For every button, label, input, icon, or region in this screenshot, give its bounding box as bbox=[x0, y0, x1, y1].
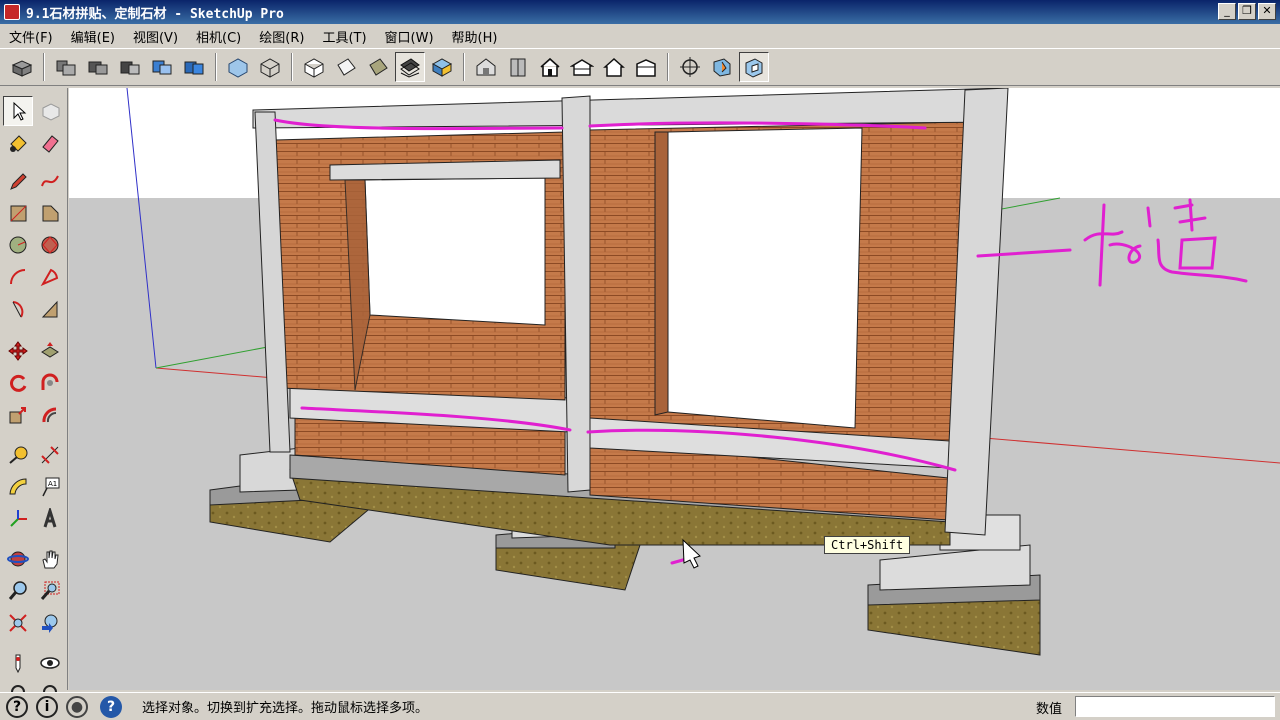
right-brick-wall bbox=[589, 121, 966, 443]
menu-bar: 文件(F) 编辑(E) 视图(V) 相机(C) 绘图(R) 工具(T) 窗口(W… bbox=[0, 24, 1280, 48]
orbit-icon[interactable] bbox=[3, 544, 33, 574]
offset-icon[interactable] bbox=[35, 400, 65, 430]
house-outline-icon[interactable] bbox=[599, 52, 629, 82]
menu-draw[interactable]: 绘图(R) bbox=[250, 27, 313, 46]
house-flat-icon[interactable] bbox=[631, 52, 661, 82]
paint-bucket-icon[interactable] bbox=[3, 128, 33, 158]
axes-icon[interactable] bbox=[3, 504, 33, 534]
xray-style-icon[interactable] bbox=[223, 52, 253, 82]
rotate-icon[interactable] bbox=[3, 368, 33, 398]
text-icon[interactable]: A1 bbox=[35, 472, 65, 502]
wireframe-style-icon[interactable] bbox=[255, 52, 285, 82]
3d-text-icon[interactable] bbox=[35, 504, 65, 534]
model-info-icon[interactable] bbox=[7, 52, 37, 82]
zoom-window-icon[interactable] bbox=[35, 576, 65, 606]
push-pull-icon[interactable] bbox=[35, 336, 65, 366]
dimension-icon[interactable] bbox=[35, 440, 65, 470]
back-view-icon[interactable] bbox=[179, 52, 209, 82]
window-title: 9.1石材拼贴、定制石材 - SketchUp Pro bbox=[26, 6, 284, 22]
sketchup-app-icon bbox=[4, 4, 20, 20]
follow-me-icon[interactable] bbox=[35, 368, 65, 398]
freehand-icon[interactable] bbox=[35, 166, 65, 196]
status-bar: ? i ● ? 选择对象。切换到扩充选择。拖动鼠标选择多项。 数值 bbox=[0, 692, 1280, 720]
user-icon[interactable]: ● bbox=[66, 695, 88, 718]
rotated-rectangle-icon[interactable] bbox=[35, 198, 65, 228]
model-viewport[interactable]: Ctrl+Shift bbox=[69, 88, 1280, 690]
component-icon[interactable] bbox=[503, 52, 533, 82]
select-icon[interactable] bbox=[3, 96, 33, 126]
credits-icon[interactable]: i bbox=[36, 695, 58, 718]
rectangle-icon[interactable] bbox=[3, 198, 33, 228]
restore-button[interactable]: ❐ bbox=[1238, 3, 1256, 20]
help-icon[interactable]: ? bbox=[100, 695, 122, 718]
menu-view[interactable]: 视图(V) bbox=[124, 27, 187, 46]
menu-help[interactable]: 帮助(H) bbox=[443, 27, 507, 46]
circle-icon[interactable] bbox=[3, 230, 33, 260]
section-display-icon[interactable] bbox=[739, 52, 769, 82]
cursor-tooltip: Ctrl+Shift bbox=[824, 536, 911, 554]
iso-view-icon[interactable] bbox=[51, 52, 81, 82]
eraser-icon[interactable] bbox=[35, 128, 65, 158]
previous-view-icon[interactable] bbox=[35, 608, 65, 638]
menu-file[interactable]: 文件(F) bbox=[0, 27, 62, 46]
arc-icon[interactable] bbox=[3, 262, 33, 292]
title-bar: 9.1石材拼贴、定制石材 - SketchUp Pro _ ❐ ✕ bbox=[0, 0, 1280, 24]
zoom-icon[interactable] bbox=[3, 576, 33, 606]
pan-icon[interactable] bbox=[35, 544, 65, 574]
zoom-extents-icon[interactable] bbox=[3, 608, 33, 638]
pie-icon[interactable] bbox=[3, 294, 33, 324]
menu-tools[interactable]: 工具(T) bbox=[313, 27, 375, 46]
protractor-icon[interactable] bbox=[3, 472, 33, 502]
menu-camera[interactable]: 相机(C) bbox=[187, 27, 250, 46]
warehouse-icon[interactable] bbox=[471, 52, 501, 82]
hidden-line-style-icon[interactable] bbox=[299, 52, 329, 82]
right-view-icon[interactable] bbox=[147, 52, 177, 82]
menu-edit[interactable]: 编辑(E) bbox=[62, 27, 124, 46]
move-icon[interactable] bbox=[3, 336, 33, 366]
close-button[interactable]: ✕ bbox=[1258, 3, 1276, 20]
measurements-label: 数值 bbox=[1036, 702, 1063, 717]
monochrome-style-icon[interactable] bbox=[363, 52, 393, 82]
pencil-icon[interactable] bbox=[3, 166, 33, 196]
scale-icon[interactable] bbox=[3, 400, 33, 430]
textured-style-icon[interactable] bbox=[395, 52, 425, 82]
top-view-icon[interactable] bbox=[83, 52, 113, 82]
front-view-icon[interactable] bbox=[115, 52, 145, 82]
scene-drawing bbox=[69, 88, 1280, 690]
geolocation-icon[interactable]: ? bbox=[6, 695, 28, 718]
status-text: 选择对象。切换到扩充选择。拖动鼠标选择多项。 bbox=[142, 701, 429, 716]
svg-text:A1: A1 bbox=[48, 480, 57, 488]
tape-measure-icon[interactable] bbox=[3, 440, 33, 470]
left-brick-wall bbox=[274, 131, 566, 401]
minimize-button[interactable]: _ bbox=[1218, 3, 1236, 20]
three-point-arc-icon[interactable] bbox=[35, 294, 65, 324]
section-plane-icon[interactable] bbox=[707, 52, 737, 82]
make-component-icon[interactable] bbox=[35, 96, 65, 126]
polygon-icon[interactable] bbox=[35, 230, 65, 260]
main-toolbar bbox=[0, 48, 1280, 86]
menu-window[interactable]: 窗口(W) bbox=[376, 27, 443, 46]
xray-blue-style-icon[interactable] bbox=[427, 52, 457, 82]
position-camera-icon[interactable] bbox=[675, 52, 705, 82]
house-gable-icon[interactable] bbox=[567, 52, 597, 82]
tool-palette: A1 bbox=[0, 88, 68, 696]
two-point-arc-icon[interactable] bbox=[35, 262, 65, 292]
shaded-style-icon[interactable] bbox=[331, 52, 361, 82]
measurements-input[interactable] bbox=[1075, 696, 1275, 717]
house-icon[interactable] bbox=[535, 52, 565, 82]
